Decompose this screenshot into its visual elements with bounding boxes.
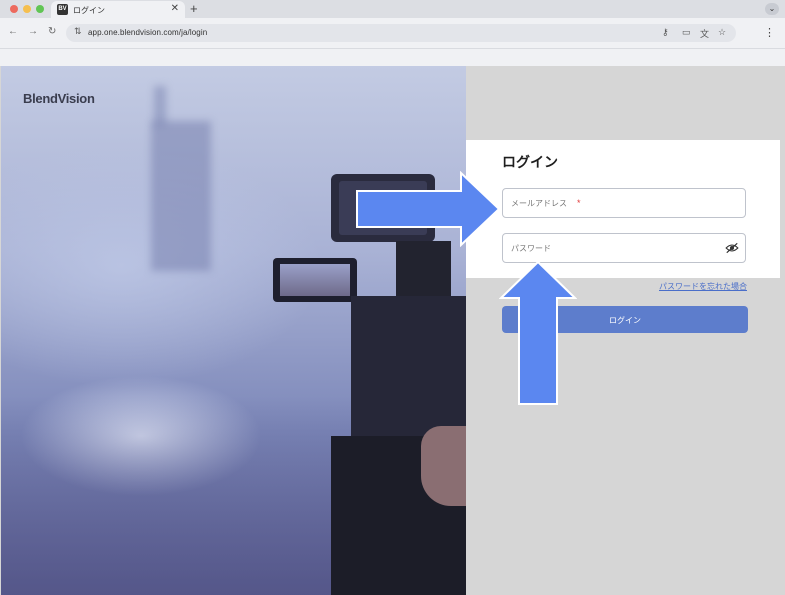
password-field[interactable] (502, 233, 746, 263)
hero-tower (151, 121, 211, 271)
hero-image: BlendVision (1, 66, 466, 595)
site-settings-icon[interactable]: ⇅ (74, 26, 82, 37)
arrow-right-annotation (356, 171, 501, 247)
bookmark-bar-area (0, 49, 785, 66)
cast-icon[interactable]: ▭ (682, 27, 691, 38)
login-card: ログイン * (466, 140, 780, 278)
arrow-up-annotation (499, 260, 577, 405)
brand-logo: BlendVision (23, 91, 95, 106)
login-title: ログイン (502, 154, 558, 170)
forgot-password-link[interactable]: パスワードを忘れた場合 (659, 281, 747, 292)
translate-icon[interactable]: 文 (700, 27, 709, 40)
url-text: app.one.blendvision.com/ja/login (88, 28, 208, 37)
menu-icon[interactable]: ⋮ (764, 26, 775, 39)
favicon: BV (57, 4, 68, 15)
camera-operator-hand (421, 426, 466, 506)
tab-search-icon[interactable]: ⌄ (765, 3, 779, 15)
password-input[interactable] (503, 234, 745, 262)
email-input[interactable] (503, 189, 745, 217)
address-bar[interactable]: ⇅ app.one.blendvision.com/ja/login ⚷ ▭ 文… (66, 24, 736, 42)
login-page: BlendVision ログイン * パスワードを忘れた場合 ログイン (0, 66, 785, 595)
minimize-window-button[interactable] (23, 5, 31, 13)
camera-grip (396, 241, 451, 301)
tab-bar: BV ログイン ✕ + ⌄ (0, 0, 785, 18)
browser-tab[interactable]: BV ログイン ✕ (51, 1, 185, 18)
forward-icon[interactable]: → (28, 26, 38, 37)
required-mark: * (577, 198, 581, 208)
hero-tower-spire (154, 86, 166, 126)
email-field[interactable]: * (502, 188, 746, 218)
key-icon[interactable]: ⚷ (662, 27, 669, 38)
camera-body (351, 296, 466, 446)
camera-monitor-screen (280, 264, 350, 296)
close-tab-icon[interactable]: ✕ (171, 3, 179, 14)
hide-password-icon[interactable] (725, 242, 739, 254)
maximize-window-button[interactable] (36, 5, 44, 13)
browser-toolbar: ← → ↻ ⇅ app.one.blendvision.com/ja/login… (0, 18, 785, 49)
back-icon[interactable]: ← (8, 26, 18, 37)
close-window-button[interactable] (10, 5, 18, 13)
new-tab-icon[interactable]: + (190, 1, 198, 16)
reload-icon[interactable]: ↻ (48, 26, 56, 37)
tab-title: ログイン (73, 6, 105, 15)
star-icon[interactable]: ☆ (718, 27, 726, 38)
